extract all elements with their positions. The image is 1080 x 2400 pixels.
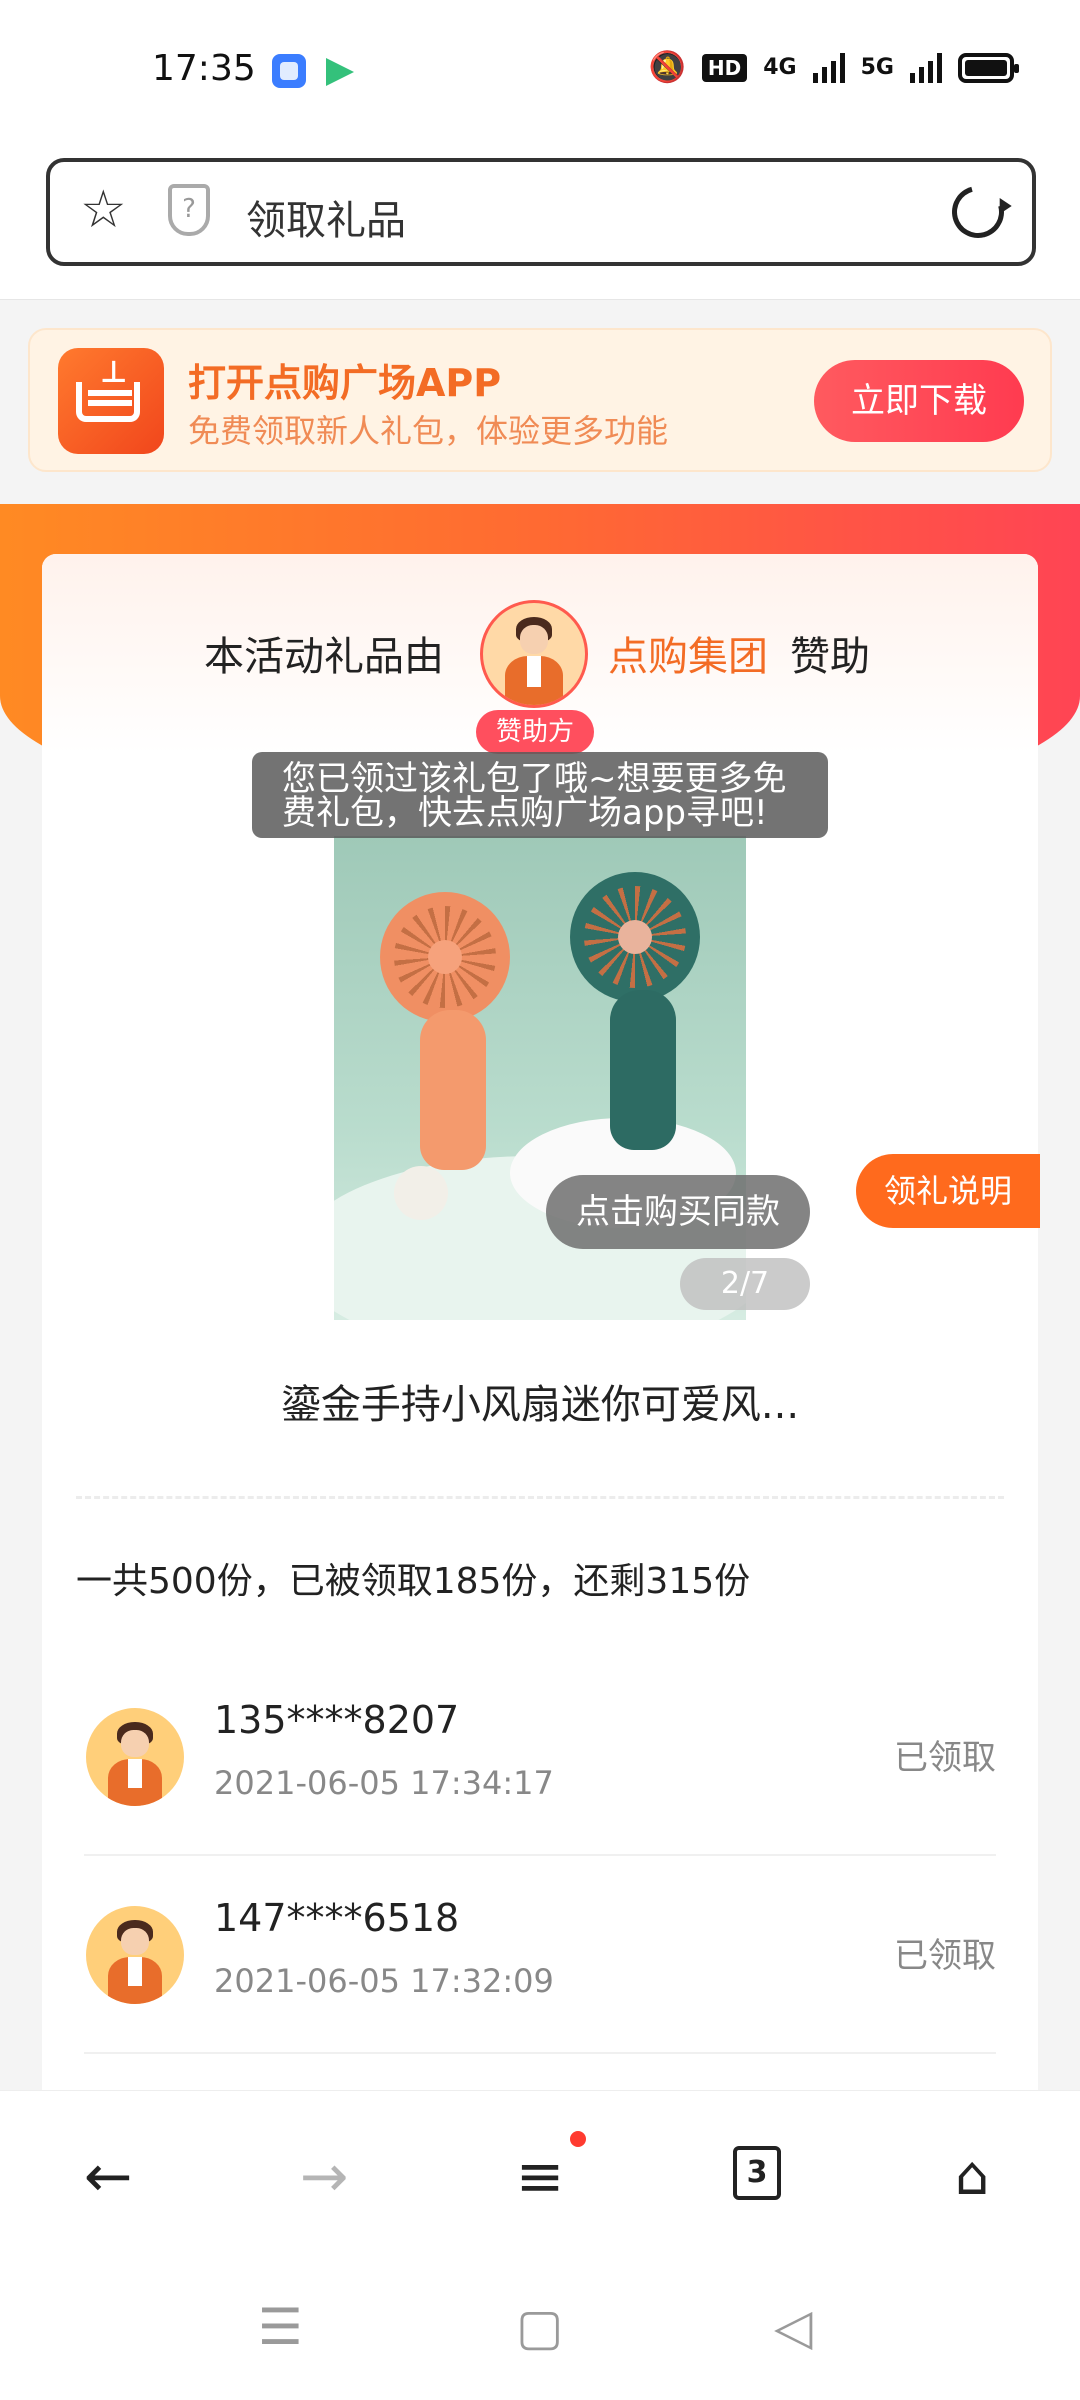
record-phone: 135****8207 [214, 1698, 460, 1742]
status-time: 17:35 [152, 48, 256, 89]
claim-summary: 一共500份，已被领取185份，还剩315份 [76, 1561, 751, 1602]
page-title[interactable]: 领取礼品 [246, 188, 406, 246]
signal-icon-2 [910, 52, 942, 83]
play-notification-icon [326, 58, 354, 86]
home-icon[interactable]: ⌂ [932, 2131, 1012, 2221]
notification-dot [570, 2131, 586, 2147]
forward-arrow-icon[interactable]: → [284, 2131, 364, 2221]
sponsor-avatar[interactable] [480, 600, 588, 708]
record-phone: 147****6518 [214, 1896, 460, 1940]
banner-subtitle: 免费领取新人礼包，体验更多功能 [188, 412, 669, 450]
record-time: 2021-06-05 17:32:09 [214, 1962, 554, 2000]
record-time: 2021-06-05 17:34:17 [214, 1764, 554, 1802]
app-logo-icon: ⊥ [58, 348, 164, 454]
net-4g-label: 4G [763, 55, 797, 80]
sponsor-suffix: 赞助 [790, 634, 870, 680]
list-item: 135****8207 2021-06-05 17:34:17 已领取 [84, 1660, 996, 1856]
hd-badge: HD [701, 53, 748, 82]
banner-title: 打开点购广场APP [188, 361, 502, 405]
avatar [86, 1906, 184, 2004]
mute-bell-icon: 🔕 [648, 50, 686, 85]
rules-button[interactable]: 领礼说明 [856, 1154, 1040, 1228]
back-triangle-icon[interactable]: ◁ [774, 2298, 812, 2356]
signal-icon [812, 52, 845, 83]
recent-apps-icon[interactable]: ☰ [258, 2298, 303, 2356]
menu-icon[interactable]: ≡ [500, 2131, 580, 2221]
record-status: 已领取 [894, 1738, 996, 1778]
status-icons: 🔕 HD 4G 5G [648, 50, 1019, 85]
toast-message: 您已领过该礼包了哦~想要更多免费礼包，快去点购广场app寻吧! [252, 752, 828, 838]
sponsor-tag: 赞助方 [476, 710, 594, 754]
battery-icon [958, 52, 1019, 83]
tabs-icon[interactable]: 3 [733, 2146, 781, 2200]
browser-bottom-nav: ← → ≡ 3 ⌂ [0, 2090, 1080, 2260]
star-icon[interactable]: ☆ [80, 184, 127, 236]
shield-question-icon[interactable]: ? [168, 184, 210, 236]
app-notification-icon [272, 54, 306, 88]
dashed-divider [76, 1496, 1004, 1499]
list-item: 147****6518 2021-06-05 17:32:09 已领取 [84, 1858, 996, 2054]
download-button[interactable]: 立即下载 [814, 360, 1024, 442]
sponsor-line: 本活动礼品由 点购集团 赞助 赞助方 [42, 600, 1038, 754]
browser-toolbar: ☆ ? 领取礼品 [0, 140, 1080, 300]
back-arrow-icon[interactable]: ← [68, 2131, 148, 2221]
sponsor-name[interactable]: 点购集团 [608, 624, 768, 682]
record-status: 已领取 [894, 1936, 996, 1976]
avatar [86, 1708, 184, 1806]
buy-same-button[interactable]: 点击购买同款 [546, 1175, 810, 1249]
system-nav-bar: ☰ ▢ ◁ [0, 2260, 1080, 2400]
image-pager: 2/7 [680, 1258, 810, 1310]
app-promo-banner[interactable]: ⊥ 打开点购广场APP 免费领取新人礼包，体验更多功能 立即下载 [28, 328, 1052, 472]
net-5g-label: 5G [860, 55, 894, 80]
sponsor-prefix: 本活动礼品由 [204, 634, 444, 680]
reload-icon[interactable] [942, 176, 1014, 248]
product-name[interactable]: 鎏金手持小风扇迷你可爱风... [0, 1372, 1080, 1430]
address-bar[interactable]: ☆ ? 领取礼品 [46, 158, 1036, 266]
status-bar: 17:35 🔕 HD 4G 5G [0, 0, 1080, 140]
home-square-icon[interactable]: ▢ [516, 2298, 563, 2356]
